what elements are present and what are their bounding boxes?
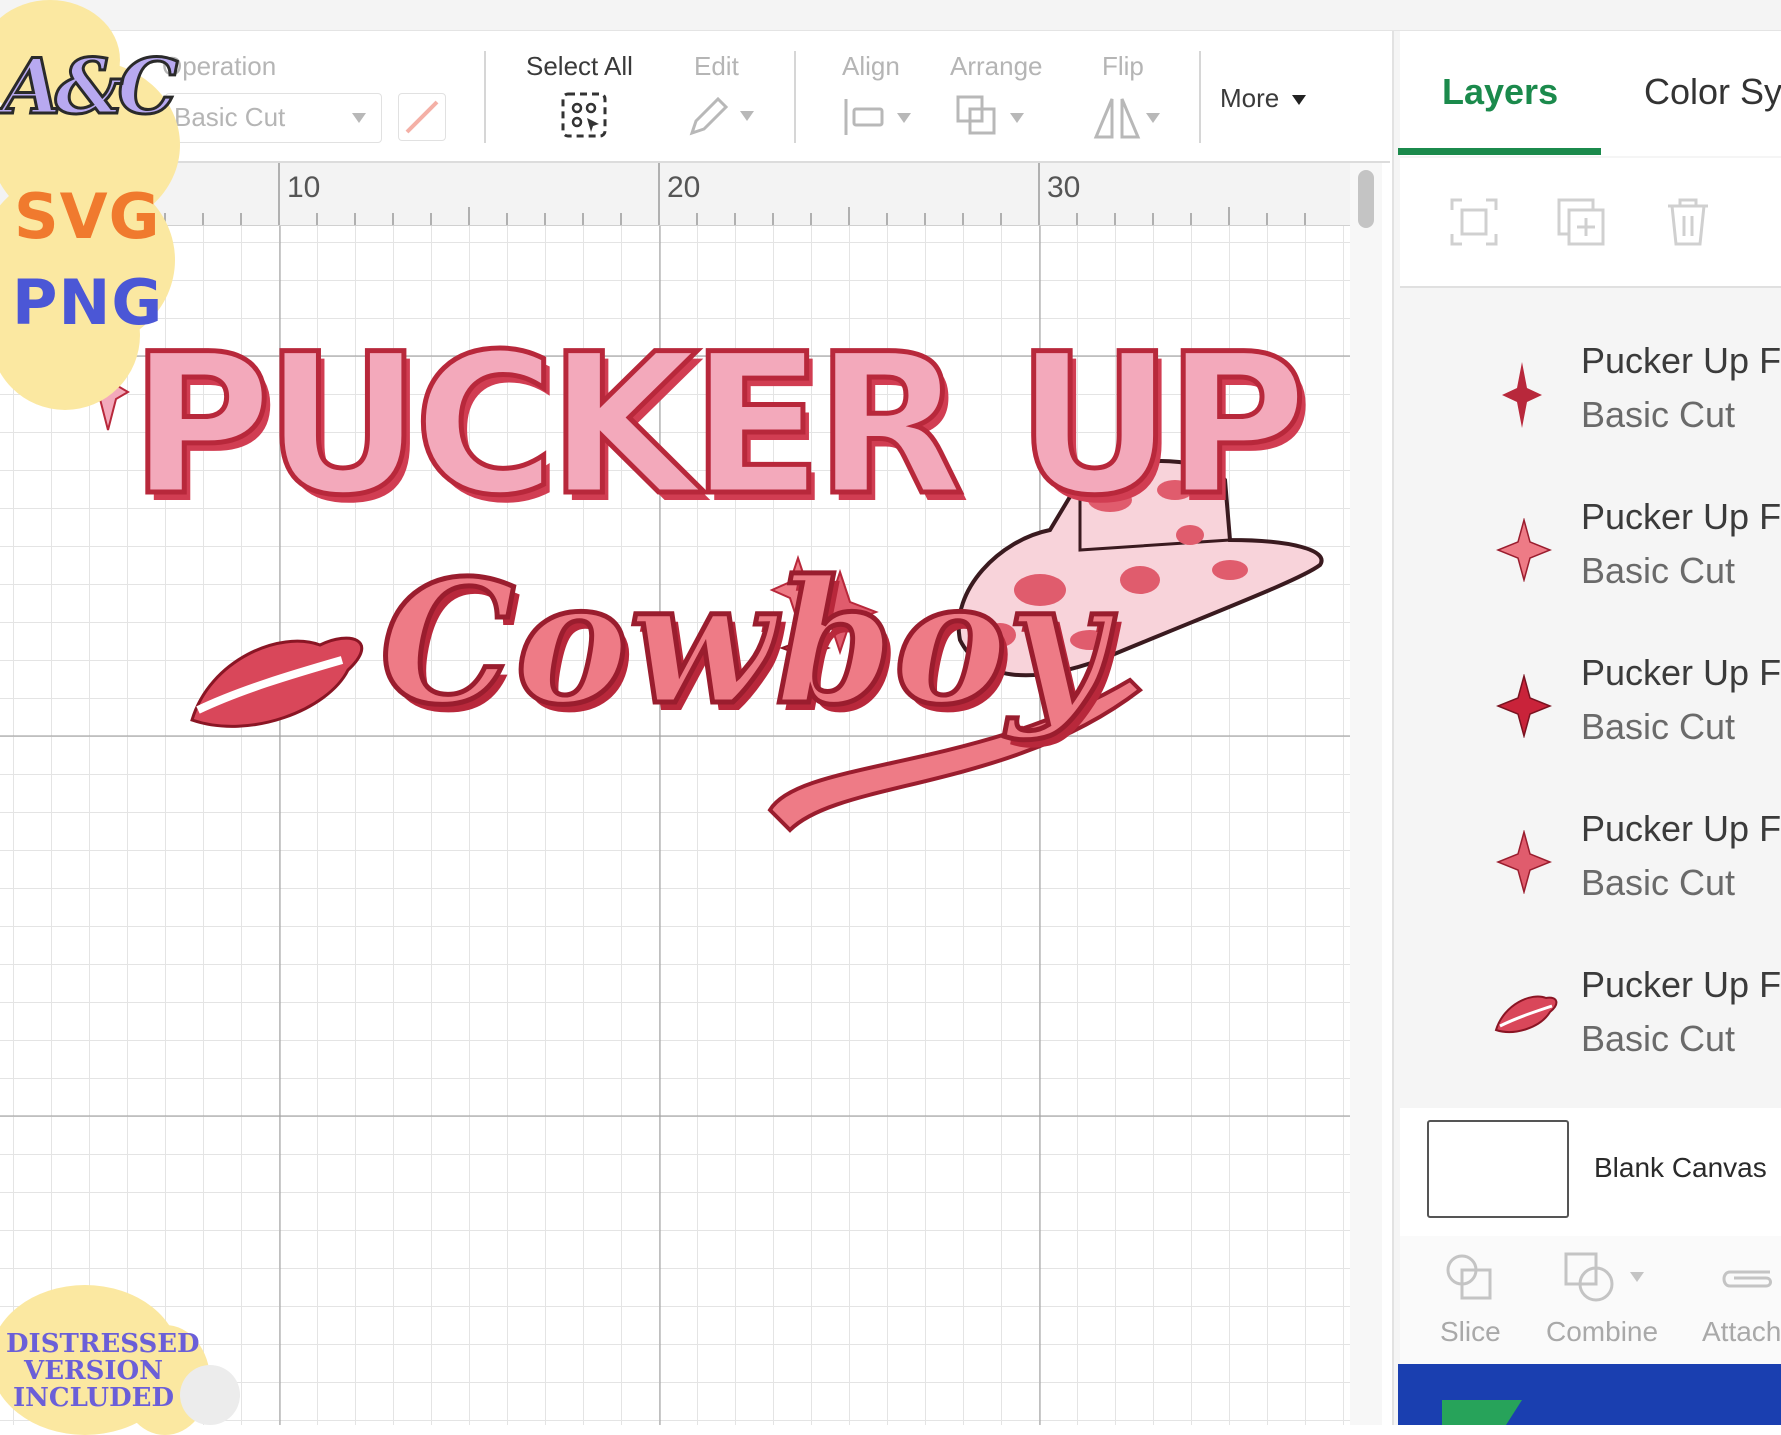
toolbar-divider bbox=[484, 51, 486, 143]
bottom-tools: Slice Combine Attach bbox=[1400, 1236, 1781, 1368]
layer-operation: Basic Cut bbox=[1581, 550, 1736, 591]
attach-label: Attach bbox=[1702, 1316, 1781, 1347]
layer-operation: Basic Cut bbox=[1581, 394, 1736, 435]
distressed-badge: DISTRESSED VERSION INCLUDED bbox=[0, 1285, 240, 1435]
chevron-down-icon bbox=[1292, 95, 1306, 105]
layer-operation: Basic Cut bbox=[1581, 1018, 1736, 1059]
layer-actions bbox=[1400, 158, 1781, 288]
paperclip-icon bbox=[1722, 1270, 1772, 1288]
design-artwork[interactable]: PUCKER UP Cowboy bbox=[80, 326, 1340, 900]
align-label: Align bbox=[842, 51, 900, 81]
group-icon bbox=[1450, 198, 1498, 246]
layer-row[interactable]: Pucker Up F Basic Cut bbox=[1400, 942, 1781, 1092]
lips-icon bbox=[1494, 995, 1558, 1033]
layer-row[interactable]: Pucker Up F Basic Cut bbox=[1400, 318, 1781, 468]
distressed-text: DISTRESSED VERSION INCLUDED bbox=[6, 1329, 200, 1413]
design-title-line2: Cowboy bbox=[377, 543, 1108, 743]
chevron-down-icon bbox=[1146, 113, 1160, 123]
ruler-label: 20 bbox=[667, 171, 701, 204]
horizontal-ruler: 10 20 30 bbox=[0, 163, 1350, 226]
chevron-down-icon bbox=[897, 113, 911, 123]
sparkle-icon bbox=[1496, 830, 1552, 894]
active-tab-indicator bbox=[1398, 148, 1601, 155]
tab-layers[interactable]: Layers bbox=[1442, 71, 1558, 113]
layer-operation: Basic Cut bbox=[1581, 706, 1736, 747]
logo-text: A&C bbox=[0, 41, 179, 133]
group-button[interactable] bbox=[1448, 196, 1500, 248]
align-left-icon bbox=[844, 99, 884, 135]
zoom-control[interactable] bbox=[180, 1365, 240, 1425]
slice-button[interactable]: Slice bbox=[1430, 1250, 1510, 1360]
format-badges: A&C SVG PNG bbox=[0, 0, 180, 410]
delete-button[interactable] bbox=[1662, 196, 1714, 248]
png-badge-text: PNG bbox=[12, 266, 164, 339]
canvas-scroll-track bbox=[1350, 163, 1382, 1425]
select-all-label: Select All bbox=[526, 51, 633, 81]
sparkle-icon bbox=[1496, 518, 1552, 582]
blank-canvas-swatch[interactable] bbox=[1427, 1120, 1569, 1218]
panel-tabs: Layers Color Sy bbox=[1400, 31, 1781, 156]
attach-button[interactable]: Attach bbox=[1702, 1250, 1781, 1360]
green-corner-shape bbox=[1442, 1400, 1522, 1425]
arrange-button[interactable] bbox=[954, 93, 1030, 143]
window-top-strip bbox=[0, 0, 1781, 31]
flip-icon bbox=[1093, 98, 1141, 139]
layer-name: Pucker Up F bbox=[1581, 340, 1781, 381]
slice-label: Slice bbox=[1440, 1316, 1501, 1347]
chevron-down-icon bbox=[1010, 113, 1024, 123]
flip-label: Flip bbox=[1102, 51, 1144, 81]
trash-icon bbox=[1668, 198, 1708, 246]
make-it-bar[interactable] bbox=[1398, 1364, 1781, 1425]
layer-name: Pucker Up F bbox=[1581, 496, 1781, 537]
chevron-down-icon bbox=[352, 113, 366, 123]
duplicate-button[interactable] bbox=[1555, 196, 1607, 248]
align-button[interactable] bbox=[842, 93, 918, 143]
distressed-line: INCLUDED bbox=[12, 1383, 175, 1413]
select-all-button[interactable] bbox=[560, 91, 610, 141]
operation-select[interactable]: Basic Cut bbox=[165, 93, 382, 143]
blank-canvas-row[interactable]: Blank Canvas bbox=[1400, 1108, 1781, 1236]
svg-badge-text: SVG bbox=[14, 180, 161, 253]
layer-row[interactable]: Pucker Up F Basic Cut bbox=[1400, 630, 1781, 780]
combine-icon bbox=[1564, 1252, 1614, 1302]
distressed-line: DISTRESSED bbox=[6, 1329, 200, 1359]
chevron-down-icon bbox=[740, 111, 754, 121]
slice-icon bbox=[1446, 1254, 1492, 1300]
color-swatch-button[interactable] bbox=[398, 93, 446, 141]
combine-button[interactable]: Combine bbox=[1546, 1250, 1676, 1360]
edit-button[interactable] bbox=[684, 91, 760, 141]
tab-color-sync[interactable]: Color Sy bbox=[1644, 71, 1781, 113]
edit-toolbar: Operation Basic Cut Select All Edit Alig… bbox=[0, 31, 1390, 163]
edit-label: Edit bbox=[694, 51, 739, 81]
layer-name: Pucker Up F bbox=[1581, 652, 1781, 693]
layer-name: Pucker Up F bbox=[1581, 808, 1781, 849]
operation-value: Basic Cut bbox=[174, 102, 286, 132]
duplicate-icon bbox=[1557, 198, 1605, 246]
arrange-label: Arrange bbox=[950, 51, 1043, 81]
select-all-icon bbox=[561, 92, 607, 138]
arrange-icon bbox=[956, 95, 996, 135]
no-color-icon bbox=[405, 100, 439, 134]
more-label: More bbox=[1220, 83, 1280, 113]
toolbar-divider bbox=[1199, 51, 1201, 143]
flip-button[interactable] bbox=[1092, 93, 1168, 143]
chevron-down-icon bbox=[1630, 1272, 1644, 1282]
blank-canvas-label: Blank Canvas bbox=[1594, 1152, 1767, 1183]
sparkle-icon bbox=[1502, 362, 1542, 428]
layer-operation: Basic Cut bbox=[1581, 862, 1736, 903]
more-button[interactable]: More bbox=[1220, 79, 1330, 119]
ruler-label: 30 bbox=[1047, 171, 1081, 204]
toolbar-divider bbox=[794, 51, 796, 143]
layer-row[interactable]: Pucker Up F Basic Cut bbox=[1400, 786, 1781, 936]
combine-label: Combine bbox=[1546, 1316, 1659, 1347]
sparkle-icon bbox=[1496, 674, 1552, 738]
layer-name: Pucker Up F bbox=[1581, 964, 1781, 1005]
pencil-icon bbox=[689, 96, 729, 136]
layer-row[interactable]: Pucker Up F Basic Cut bbox=[1400, 474, 1781, 624]
canvas-scrollbar[interactable] bbox=[1358, 170, 1374, 228]
ruler-label: 10 bbox=[287, 171, 321, 204]
design-title-line1: PUCKER UP bbox=[128, 312, 1311, 538]
distressed-line: VERSION bbox=[24, 1356, 163, 1386]
